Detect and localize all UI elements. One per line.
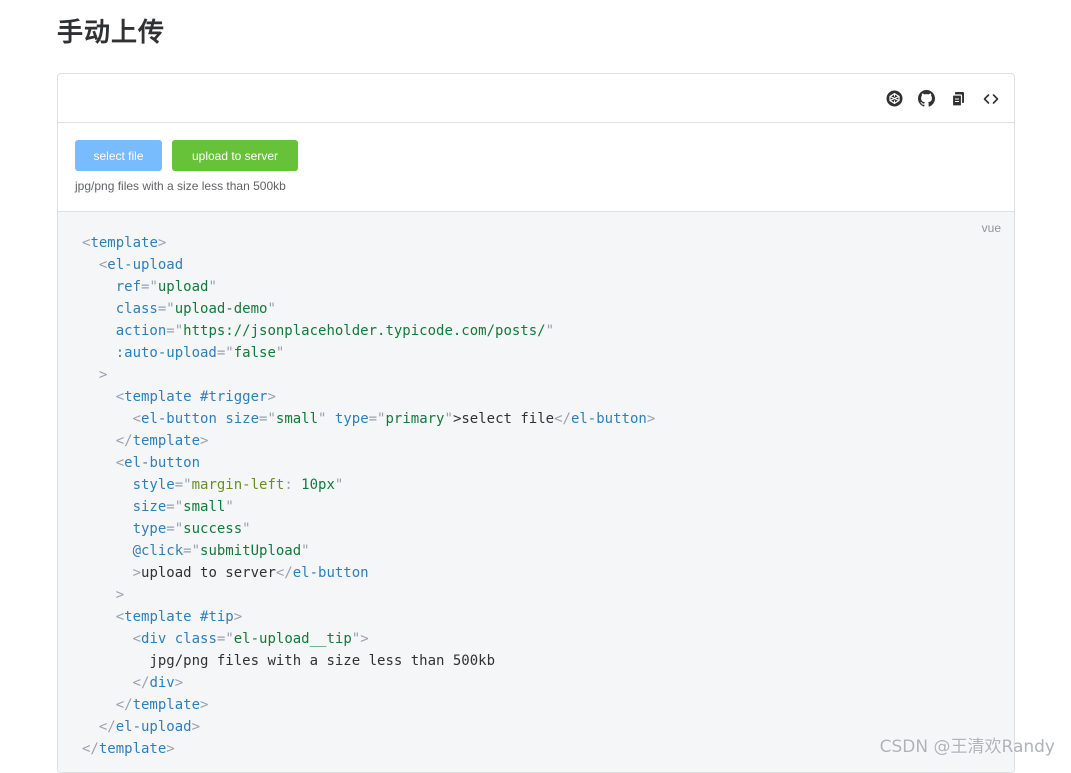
code-line: <template> (82, 235, 167, 251)
code-line: size="small" (132, 499, 234, 515)
code-line: type="success" (132, 521, 251, 537)
copy-icon[interactable] (949, 89, 968, 108)
demo-toolbar (58, 74, 1014, 123)
code-line: jpg/png files with a size less than 500k… (149, 653, 496, 669)
code-line: action="https://jsonplaceholder.typicode… (115, 323, 555, 339)
page-title: 手动上传 (57, 18, 166, 48)
demo-preview: select file upload to server jpg/png fil… (58, 123, 1014, 212)
code-line: </template> (115, 697, 209, 713)
code-line: <div class="el-upload__tip"> (132, 631, 369, 647)
github-icon[interactable] (917, 89, 936, 108)
code-line: <el-button size="small" type="primary">s… (132, 411, 656, 427)
codepen-icon[interactable] (885, 89, 904, 108)
select-file-button[interactable]: select file (75, 140, 162, 171)
demo-block: select file upload to server jpg/png fil… (57, 73, 1015, 773)
code-line: </div> (132, 675, 184, 691)
code-line: > (98, 367, 108, 383)
code-line: </el-upload> (98, 719, 201, 735)
code-line: :auto-upload="false" (115, 345, 285, 361)
code-content: <template> <el-upload ref="upload" class… (82, 232, 655, 760)
code-language-tag: vue (981, 221, 1001, 235)
code-line: ref="upload" (115, 279, 217, 295)
code-line: <template #tip> (115, 609, 243, 625)
code-line: <el-upload (98, 257, 184, 273)
upload-to-server-button[interactable]: upload to server (172, 140, 298, 171)
code-line: </template> (115, 433, 209, 449)
code-block: vue <template> <el-upload ref="upload" c… (58, 212, 1014, 772)
code-line: <template #trigger> (115, 389, 276, 405)
code-toggle-icon[interactable] (981, 89, 1000, 108)
watermark: CSDN @王清欢Randy (879, 737, 1055, 757)
code-line: class="upload-demo" (115, 301, 276, 317)
code-line: @click="submitUpload" (132, 543, 310, 559)
code-line: <el-button (115, 455, 201, 471)
upload-tip: jpg/png files with a size less than 500k… (75, 179, 286, 193)
code-line: >upload to server</el-button (132, 565, 369, 581)
code-line: </template> (82, 741, 175, 757)
code-line: > (115, 587, 125, 603)
code-line: style="margin-left: 10px" (132, 477, 344, 493)
